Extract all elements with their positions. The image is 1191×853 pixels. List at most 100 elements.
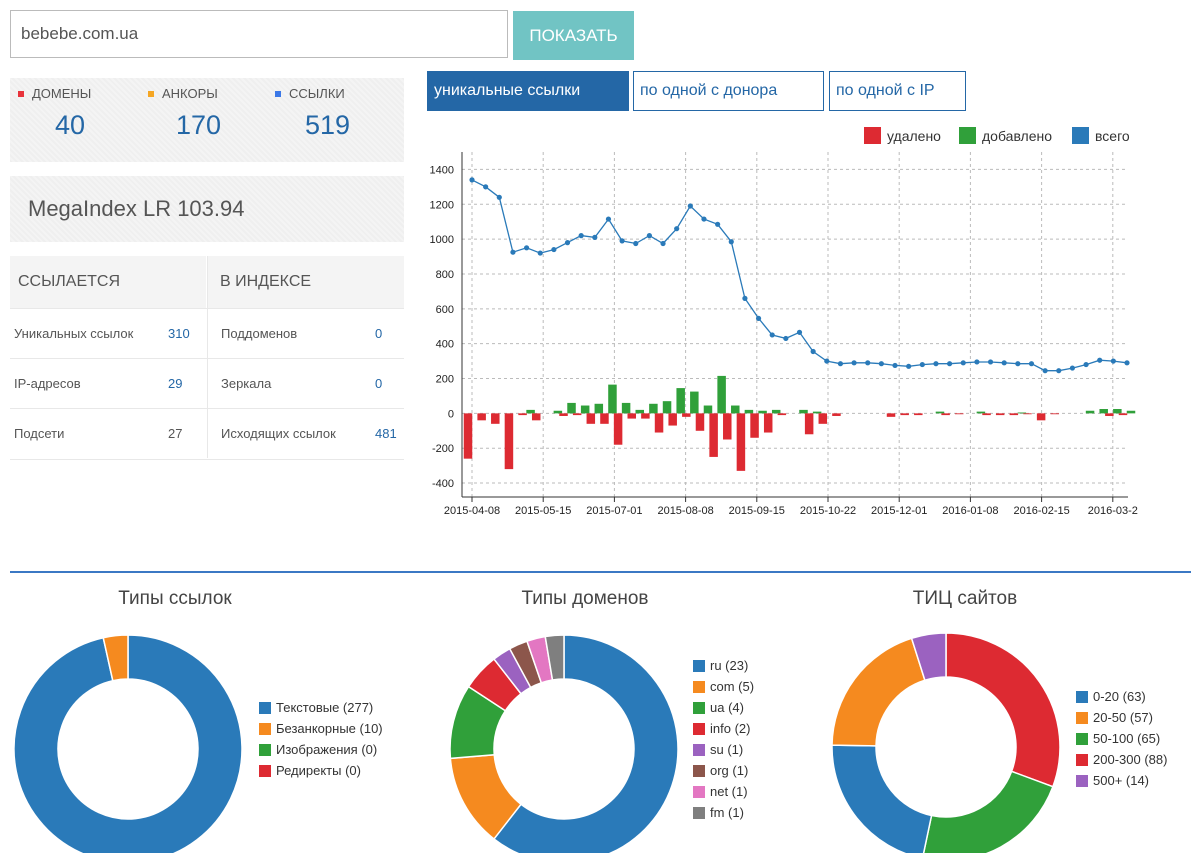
removed-bar[interactable] (914, 413, 923, 416)
legend-item[interactable]: info (2) (693, 718, 754, 739)
row-value[interactable]: 29 (168, 376, 182, 391)
removed-bar[interactable] (654, 413, 664, 433)
removed-bar[interactable] (941, 413, 950, 416)
removed-bar[interactable] (982, 413, 991, 416)
removed-bar[interactable] (531, 413, 541, 421)
added-bar[interactable] (758, 410, 767, 414)
donut-slice[interactable] (831, 637, 926, 747)
legend-item[interactable]: ua (4) (693, 697, 754, 718)
total-point[interactable] (755, 315, 762, 322)
total-point[interactable] (796, 329, 803, 335)
total-point[interactable] (469, 177, 475, 183)
added-bar[interactable] (690, 391, 699, 414)
added-bar[interactable] (812, 411, 822, 414)
total-point[interactable] (564, 240, 571, 246)
removed-bar[interactable] (900, 413, 909, 416)
added-bar[interactable] (676, 388, 685, 414)
removed-bar[interactable] (586, 413, 596, 424)
removed-bar[interactable] (600, 413, 609, 424)
total-point[interactable] (851, 360, 857, 366)
total-point[interactable] (1001, 360, 1007, 366)
added-bar[interactable] (553, 410, 563, 414)
removed-bar[interactable] (736, 413, 746, 471)
total-point[interactable] (701, 216, 707, 222)
show-button[interactable]: ПОКАЗАТЬ (513, 11, 634, 60)
added-bar[interactable] (649, 403, 658, 414)
legend-item[interactable]: Безанкорные (10) (259, 718, 383, 739)
removed-bar[interactable] (1050, 413, 1060, 415)
added-bar[interactable] (731, 405, 740, 414)
legend-item[interactable]: 20-50 (57) (1076, 707, 1167, 728)
added-bar[interactable] (662, 401, 672, 414)
removed-bar[interactable] (1023, 413, 1032, 415)
removed-bar[interactable] (763, 413, 773, 433)
removed-bar[interactable] (504, 413, 514, 470)
added-bar[interactable] (1099, 409, 1108, 414)
removed-bar[interactable] (613, 413, 623, 445)
removed-bar[interactable] (695, 413, 705, 431)
donut-slice[interactable] (831, 744, 933, 853)
total-point[interactable] (960, 360, 966, 366)
added-bar[interactable] (799, 409, 808, 414)
total-point[interactable] (837, 361, 844, 367)
total-point[interactable] (483, 184, 489, 190)
donut-slice[interactable] (922, 770, 1054, 853)
total-point[interactable] (742, 295, 748, 301)
row-value[interactable]: 481 (375, 426, 397, 441)
removed-bar[interactable] (463, 413, 473, 459)
total-point[interactable] (1015, 361, 1021, 367)
total-point[interactable] (1056, 368, 1062, 374)
legend-item[interactable]: 0-20 (63) (1076, 686, 1167, 707)
removed-bar[interactable] (491, 413, 500, 424)
removed-bar[interactable] (818, 413, 828, 424)
removed-bar[interactable] (477, 413, 486, 421)
total-point[interactable] (674, 226, 680, 232)
removed-bar[interactable] (750, 413, 759, 438)
donut-slice[interactable] (945, 632, 1061, 788)
total-point[interactable] (1124, 360, 1130, 366)
legend-item[interactable]: com (5) (693, 676, 754, 697)
total-point[interactable] (687, 203, 693, 209)
legend-item[interactable]: Текстовые (277) (259, 697, 383, 718)
total-point[interactable] (878, 361, 884, 367)
total-point[interactable] (633, 240, 639, 247)
legend-item[interactable]: su (1) (693, 739, 754, 760)
removed-bar[interactable] (709, 413, 718, 457)
added-bar[interactable] (935, 411, 945, 414)
legend-item[interactable]: 500+ (14) (1076, 770, 1167, 791)
removed-bar[interactable] (777, 413, 787, 416)
removed-bar[interactable] (1118, 413, 1128, 416)
tab-unique-links[interactable]: уникальные ссылки (427, 71, 629, 111)
added-bar[interactable] (976, 411, 986, 414)
legend-item[interactable]: fm (1) (693, 802, 754, 823)
added-bar[interactable] (1085, 410, 1095, 414)
legend-item[interactable]: net (1) (693, 781, 754, 802)
tab-one-per-donor[interactable]: по одной с донора (633, 71, 824, 111)
total-point[interactable] (646, 233, 652, 239)
removed-bar[interactable] (1036, 413, 1046, 421)
row-value[interactable]: 310 (168, 326, 190, 341)
legend-item[interactable]: Редиректы (0) (259, 760, 383, 781)
removed-bar[interactable] (804, 413, 814, 435)
added-bar[interactable] (1126, 410, 1136, 414)
total-point[interactable] (578, 233, 584, 239)
total-point[interactable] (728, 239, 734, 245)
legend-item[interactable]: Изображения (0) (259, 739, 383, 760)
total-point[interactable] (865, 360, 871, 366)
total-point[interactable] (783, 335, 789, 342)
total-point[interactable] (810, 348, 816, 355)
total-point[interactable] (523, 245, 530, 251)
added-bar[interactable] (717, 375, 726, 414)
row-value[interactable]: 0 (375, 376, 382, 391)
total-point[interactable] (824, 358, 830, 364)
removed-bar[interactable] (627, 413, 637, 419)
added-bar[interactable] (621, 402, 631, 414)
added-bar[interactable] (567, 402, 576, 414)
legend-item[interactable]: ru (23) (693, 655, 754, 676)
total-point[interactable] (1083, 361, 1089, 368)
total-point[interactable] (1042, 368, 1048, 374)
total-point[interactable] (892, 362, 898, 369)
total-point[interactable] (496, 194, 502, 200)
removed-bar[interactable] (886, 413, 896, 417)
tab-one-per-ip[interactable]: по одной с IP (829, 71, 966, 111)
